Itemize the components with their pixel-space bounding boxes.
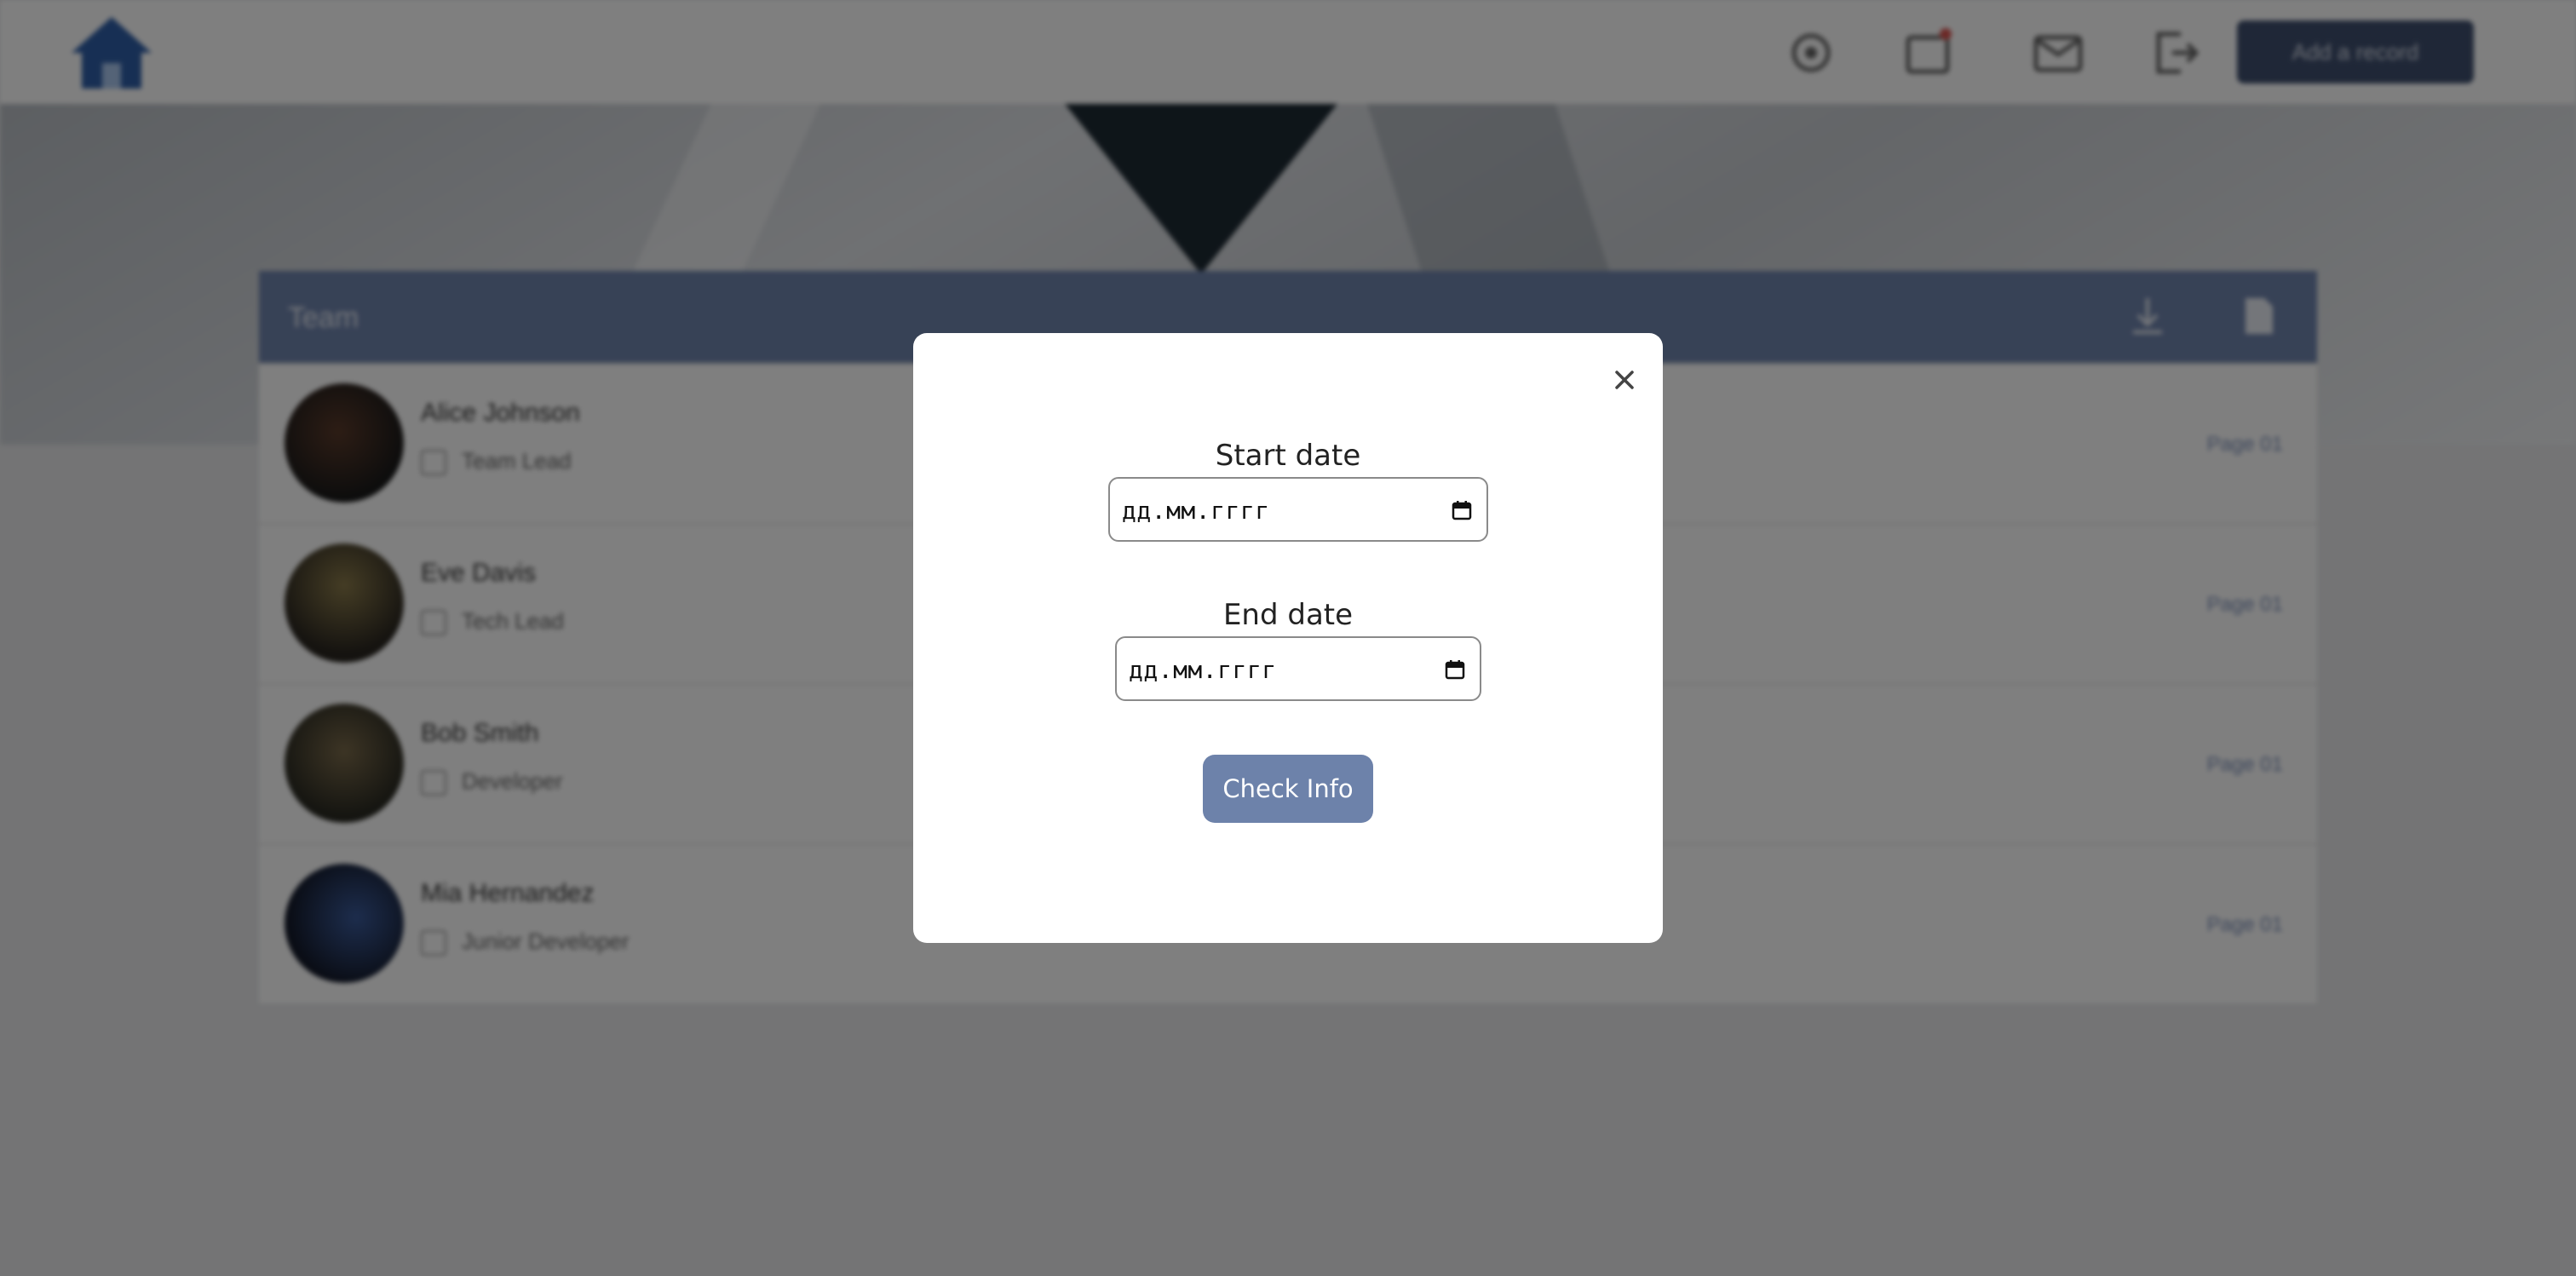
end-date-label: End date — [1222, 598, 1354, 632]
calendar-icon[interactable] — [1449, 497, 1475, 523]
start-date-input[interactable]: дд.мм.гггг — [1108, 477, 1488, 542]
end-date-value: дд.мм.гггг — [1129, 656, 1277, 684]
check-info-button[interactable]: Check Info — [1203, 755, 1373, 823]
close-button[interactable] — [1603, 359, 1646, 401]
end-date-input[interactable]: дд.мм.гггг — [1115, 636, 1481, 701]
calendar-icon[interactable] — [1442, 657, 1468, 682]
start-date-value: дд.мм.гггг — [1122, 497, 1270, 525]
start-date-label: Start date — [1215, 439, 1361, 473]
date-range-modal: Start date дд.мм.гггг End date дд.мм.ггг… — [913, 333, 1663, 943]
close-icon — [1615, 371, 1634, 389]
